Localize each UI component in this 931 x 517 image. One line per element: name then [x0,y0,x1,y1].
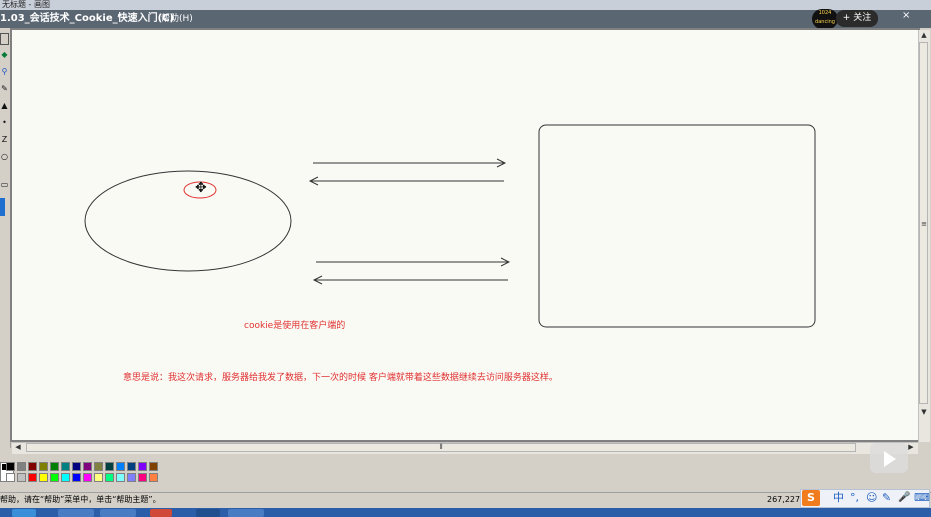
palette-swatch[interactable] [28,473,37,482]
palette-swatch[interactable] [116,473,125,482]
ime-mode-chinese[interactable]: 中 [833,491,844,505]
palette-row-2 [6,473,158,482]
arrow-request-2 [316,257,511,267]
palette-swatch[interactable] [127,473,136,482]
window-title: 无标题 - 画图 [0,0,931,10]
palette-swatch[interactable] [72,473,81,482]
sogou-logo[interactable]: S [802,490,820,506]
palette-swatch[interactable] [28,462,37,471]
taskbar-app-4[interactable] [196,509,220,517]
ime-punctuation[interactable]: °, [850,491,859,505]
handwriting-icon[interactable]: ✎ [882,491,891,505]
scroll-down-icon[interactable]: ▼ [919,408,929,417]
taskbar-app-2[interactable] [100,509,136,517]
palette-swatch[interactable] [61,473,70,482]
palette-swatch[interactable] [138,473,147,482]
vertical-grip-icon: ≡ [921,220,927,228]
palette-swatch[interactable] [17,462,26,471]
text-icon[interactable]: Z [0,135,9,145]
play-icon [884,451,896,467]
horizontal-grip-icon: ⦀ [439,443,443,451]
pencil-icon[interactable]: ✎ [0,84,9,94]
taskbar-app-5[interactable] [228,509,264,517]
palette-swatch[interactable] [6,473,15,482]
cursor-coordinates: 267,227 [767,495,801,504]
brush-icon[interactable]: ▲ [0,101,9,111]
rectangle-icon[interactable]: ▭ [0,180,9,190]
palette-swatch[interactable] [39,473,48,482]
arrow-response-1 [308,176,504,186]
server-box [538,124,816,328]
arrow-response-2 [312,275,508,285]
palette-swatch[interactable] [149,473,158,482]
move-cursor-icon: ✥ [195,180,207,196]
close-icon[interactable]: × [902,10,914,22]
palette-swatch[interactable] [83,473,92,482]
shape-icon[interactable]: ○ [0,152,9,162]
follow-button[interactable]: + 关注 [836,10,878,27]
palette-swatch[interactable] [61,462,70,471]
magnifier-icon[interactable]: ⚲ [0,67,9,77]
palette-swatch[interactable] [50,473,59,482]
palette-swatch[interactable] [94,473,103,482]
cookie-note: cookie是使用在客户端的 [244,321,346,331]
palette-swatch[interactable] [6,462,15,471]
palette-swatch[interactable] [105,462,114,471]
palette-swatch[interactable] [83,462,92,471]
taskbar-app-1[interactable] [58,509,94,517]
palette-row-1 [6,462,158,471]
tool-option-selected[interactable] [0,198,5,216]
avatar[interactable]: 1024 dancing [812,9,838,29]
emoji-icon[interactable]: ☺ [866,491,877,505]
video-title: 1.03_会话技术_Cookie_快速入门(C) [0,13,175,24]
microphone-icon[interactable]: 🎤 [898,491,910,505]
palette-swatch[interactable] [17,473,26,482]
scroll-up-icon[interactable]: ▲ [919,31,929,40]
keyboard-icon[interactable]: ⌨ [914,491,930,505]
airbrush-icon[interactable]: • [0,118,9,128]
meaning-note: 意思是说：我这次请求，服务器给我发了数据，下一次的时候 客户端就带着这些数据继续… [123,373,558,383]
palette-swatch[interactable] [72,462,81,471]
palette-swatch[interactable] [149,462,158,471]
palette-swatch[interactable] [116,462,125,471]
select-icon[interactable] [0,33,9,45]
palette-swatch[interactable] [127,462,136,471]
palette-swatch[interactable] [105,473,114,482]
palette-swatch[interactable] [94,462,103,471]
start-button[interactable] [12,509,36,517]
palette-swatch[interactable] [39,462,48,471]
eraser-icon[interactable]: ◆ [0,50,9,60]
taskbar [0,508,931,517]
scroll-left-icon[interactable]: ◀ [13,443,23,452]
client-ellipse [84,170,292,272]
taskbar-app-3[interactable] [150,509,172,517]
menu-help[interactable]: 帮助(H) [161,12,193,26]
palette-swatch[interactable] [138,462,147,471]
palette-swatch[interactable] [50,462,59,471]
arrow-request-1 [313,158,507,168]
status-help-text: 帮助，请在“帮助”菜单中，单击“帮助主题”。 [0,495,161,504]
